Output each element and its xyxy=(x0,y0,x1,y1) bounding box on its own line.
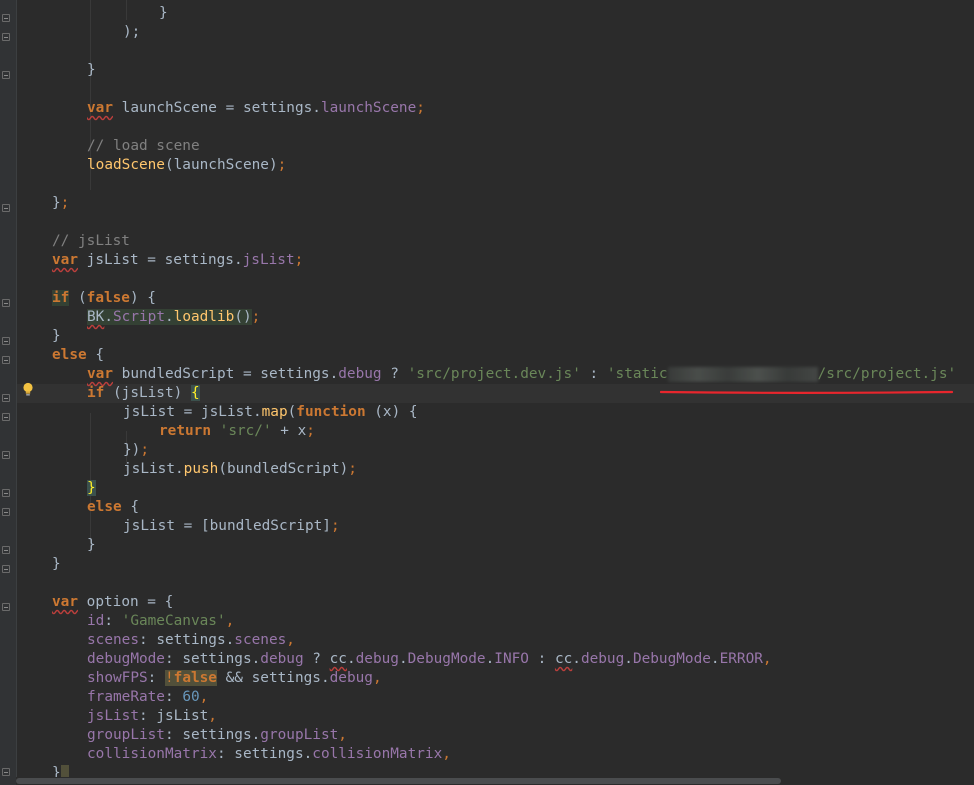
code-comment[interactable]: // jsList xyxy=(52,232,130,251)
redacted-region xyxy=(667,366,818,382)
code-line[interactable]: ); xyxy=(123,23,140,42)
code-line[interactable]: loadScene(launchScene); xyxy=(87,156,286,175)
code-editor[interactable]: } ); } var launchScene = settings.launch… xyxy=(0,0,974,785)
code-line[interactable]: id: 'GameCanvas', xyxy=(87,612,234,631)
fold-marker-icon[interactable] xyxy=(2,451,10,459)
fold-marker-icon[interactable] xyxy=(2,489,10,497)
fold-marker-icon[interactable] xyxy=(2,356,10,364)
code-line[interactable]: } xyxy=(87,479,96,498)
fold-marker-icon[interactable] xyxy=(2,204,10,212)
fold-marker-icon[interactable] xyxy=(2,14,10,22)
fold-marker-icon[interactable] xyxy=(2,768,10,776)
fold-marker-icon[interactable] xyxy=(2,565,10,573)
code-line[interactable]: collisionMatrix: settings.collisionMatri… xyxy=(87,745,451,764)
code-line[interactable]: var bundledScript = settings.debug ? 'sr… xyxy=(87,365,956,384)
fold-marker-icon[interactable] xyxy=(2,546,10,554)
code-line[interactable]: else { xyxy=(87,498,139,517)
fold-marker-icon[interactable] xyxy=(2,299,10,307)
fold-marker-icon[interactable] xyxy=(2,394,10,402)
fold-marker-icon[interactable] xyxy=(2,508,10,516)
editor-gutter xyxy=(0,0,17,785)
code-line[interactable]: scenes: settings.scenes, xyxy=(87,631,295,650)
code-comment[interactable]: // load scene xyxy=(87,137,200,156)
code-line[interactable]: if (jsList) { xyxy=(87,384,200,403)
code-line[interactable]: jsList = [bundledScript]; xyxy=(123,517,340,536)
code-line[interactable]: }; xyxy=(52,194,69,213)
code-line[interactable]: debugMode: settings.debug ? cc.debug.Deb… xyxy=(87,650,772,669)
code-line[interactable]: return 'src/' + x; xyxy=(159,422,315,441)
code-line[interactable]: var option = { xyxy=(52,593,173,612)
fold-marker-icon[interactable] xyxy=(2,413,10,421)
code-line[interactable]: var jsList = settings.jsList; xyxy=(52,251,303,270)
code-line[interactable]: } xyxy=(87,61,96,80)
fold-marker-icon[interactable] xyxy=(2,603,10,611)
code-line[interactable]: } xyxy=(52,327,61,346)
code-line[interactable]: groupList: settings.groupList, xyxy=(87,726,347,745)
code-line[interactable]: BK.Script.loadlib(); xyxy=(87,308,260,327)
code-line[interactable]: jsList: jsList, xyxy=(87,707,217,726)
code-line[interactable]: } xyxy=(159,4,168,23)
horizontal-scrollbar-thumb[interactable] xyxy=(16,778,781,784)
horizontal-scrollbar[interactable] xyxy=(16,777,974,785)
code-line[interactable]: frameRate: 60, xyxy=(87,688,208,707)
fold-marker-icon[interactable] xyxy=(2,337,10,345)
code-line[interactable]: showFPS: !false && settings.debug, xyxy=(87,669,382,688)
red-annotation-underline xyxy=(660,390,953,394)
fold-marker-icon[interactable] xyxy=(2,33,10,41)
code-line[interactable]: else { xyxy=(52,346,104,365)
code-line[interactable]: jsList.push(bundledScript); xyxy=(123,460,357,479)
code-line[interactable]: } xyxy=(52,555,61,574)
code-line[interactable]: } xyxy=(87,536,96,555)
code-line[interactable]: jsList = jsList.map(function (x) { xyxy=(123,403,418,422)
lightbulb-icon[interactable] xyxy=(22,382,34,397)
fold-marker-icon[interactable] xyxy=(2,71,10,79)
code-line[interactable]: if (false) { xyxy=(52,289,156,308)
indent-guide xyxy=(126,0,127,20)
code-line[interactable]: }); xyxy=(123,441,149,460)
code-line[interactable]: var launchScene = settings.launchScene; xyxy=(87,99,425,118)
